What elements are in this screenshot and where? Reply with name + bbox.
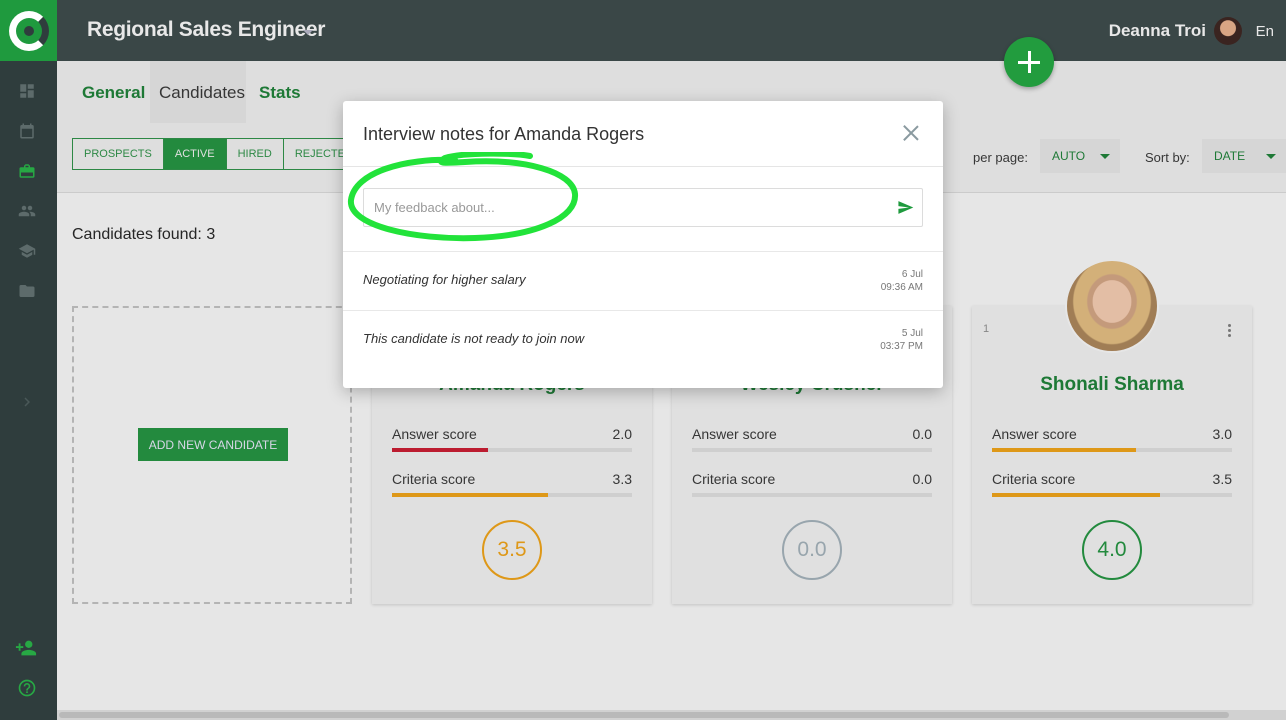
divider	[343, 310, 943, 311]
job-title[interactable]: Regional Sales Engineer	[87, 18, 325, 42]
app-logo[interactable]	[0, 0, 57, 61]
send-icon[interactable]	[897, 199, 914, 216]
modal-title: Interview notes for Amanda Rogers	[363, 124, 645, 144]
interview-notes-modal: Interview notes for Amanda Rogers My fee…	[343, 101, 943, 388]
school-icon[interactable]	[17, 241, 37, 261]
dashboard-icon[interactable]	[17, 81, 37, 101]
help-icon[interactable]	[17, 678, 37, 698]
logo-icon	[8, 10, 49, 51]
job-dropdown-caret-icon[interactable]	[303, 30, 313, 35]
note-time: 09:36 AM	[880, 282, 923, 293]
user-avatar[interactable]	[1214, 17, 1242, 45]
folder-icon[interactable]	[17, 281, 37, 301]
language-selector[interactable]: En	[1256, 23, 1274, 40]
top-bar: Regional Sales Engineer Deanna Troi En	[57, 0, 1286, 61]
note-timestamp: 5 Jul 03:37 PM	[880, 327, 923, 353]
briefcase-icon[interactable]	[17, 161, 37, 181]
sidebar	[0, 0, 57, 720]
modal-header: Interview notes for Amanda Rogers	[343, 101, 943, 167]
note-text: This candidate is not ready to join now	[363, 331, 585, 346]
note-date: 5 Jul	[901, 328, 923, 339]
note-timestamp: 6 Jul 09:36 AM	[881, 268, 923, 294]
expand-chevron-icon[interactable]	[17, 392, 37, 412]
note-time: 03:37 PM	[880, 341, 923, 352]
people-icon[interactable]	[17, 201, 37, 221]
note-text: Negotiating for higher salary	[363, 272, 526, 287]
divider	[343, 251, 943, 252]
close-icon[interactable]	[903, 125, 919, 141]
user-name[interactable]: Deanna Troi	[1109, 21, 1206, 41]
note-date: 6 Jul	[901, 269, 923, 280]
add-user-icon[interactable]	[12, 638, 40, 658]
calendar-icon[interactable]	[17, 121, 37, 141]
add-fab-button[interactable]	[1004, 37, 1054, 87]
feedback-input[interactable]: My feedback about...	[363, 188, 923, 227]
